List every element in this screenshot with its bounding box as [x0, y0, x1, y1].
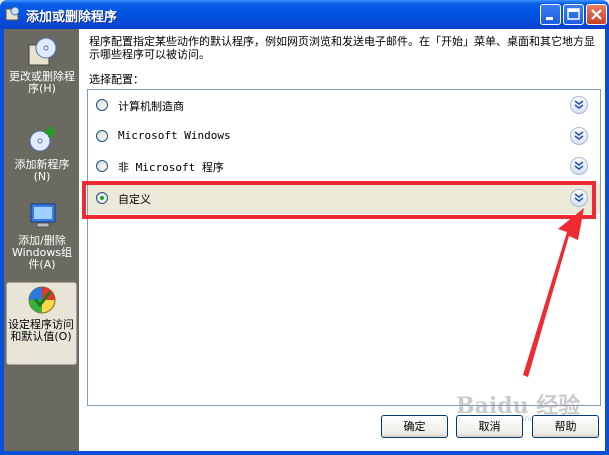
help-button[interactable]: 帮助	[532, 415, 599, 438]
annotation-arrow	[523, 208, 584, 377]
cancel-button[interactable]: 取消	[456, 415, 523, 438]
ok-button[interactable]: 确定	[381, 415, 448, 438]
